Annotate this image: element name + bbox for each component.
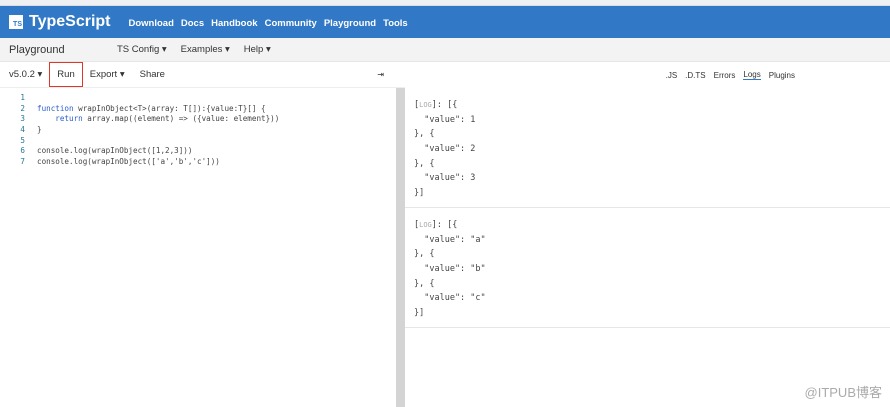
collapse-icon[interactable]: ⇥ [377, 70, 384, 79]
log-list: [LOG]: [{ "value": 1}, { "value": 2}, { … [405, 88, 890, 328]
code-line: 3 return array.map((element) => ({value:… [0, 114, 396, 125]
nav-tools[interactable]: Tools [383, 18, 408, 29]
line-number: 7 [20, 157, 25, 167]
log-tag: LOG [419, 220, 432, 229]
tab-errors[interactable]: Errors [714, 71, 736, 80]
help-menu[interactable]: Help ▾ [244, 44, 271, 55]
code-text: array.map((element) => ({value: element}… [82, 114, 280, 124]
ts-config-menu[interactable]: TS Config ▾ [117, 44, 167, 55]
examples-menu[interactable]: Examples ▾ [181, 44, 230, 55]
code-line: 1 [0, 93, 396, 104]
log-line: "value": "b" [414, 263, 486, 274]
keyword: return [37, 114, 83, 124]
line-number: 3 [20, 114, 25, 124]
log-line: }] [414, 307, 425, 318]
main-nav: Download Docs Handbook Community Playground T… [129, 13, 415, 31]
log-line: [LOG]: [{ [414, 219, 458, 230]
editor-toolbar: v5.0.2 ▾ Run Export ▾ Share ⇥ [0, 62, 405, 88]
log-tag: LOG [419, 101, 432, 109]
line-number: 1 [20, 93, 25, 102]
code-text: console.log(wrapInObject(['a','b','c'])) [37, 157, 220, 167]
nav-download[interactable]: Download [129, 18, 174, 29]
playground-bar: Playground TS Config ▾ Examples ▾ Help ▾ [0, 38, 890, 62]
log-line: "value": "c" [414, 293, 486, 304]
code-line: 7 console.log(wrapInObject(['a','b','c'])… [0, 157, 396, 168]
code-text: console.log(wrapInObject([1,2,3])) [37, 146, 193, 156]
site-header: TS TypeScript Download Docs Handbook Communi… [0, 6, 890, 38]
log-text: ]: [{ [431, 219, 458, 230]
keyword: function [37, 103, 74, 113]
log-entry: [LOG]: [{ "value": 1}, { "value": 2}, { … [405, 88, 890, 208]
line-number: 5 [20, 135, 25, 145]
log-line: }, { [414, 278, 435, 289]
logo-text: TypeScript [29, 13, 111, 30]
tab-dts[interactable]: .D.TS [685, 71, 705, 80]
nav-docs[interactable]: Docs [181, 18, 204, 29]
watermark: @ITPUB博客 [804, 385, 882, 400]
output-panel: .JS .D.TS Errors Logs Plugins [LOG]: [{ … [405, 62, 890, 407]
log-line: "value": 2 [414, 144, 476, 155]
log-line: [LOG]: [{ [414, 100, 458, 110]
editor-scrollbar[interactable] [396, 88, 405, 407]
log-line: "value": 1 [414, 114, 476, 125]
share-button[interactable]: Share [140, 69, 165, 80]
tab-plugins[interactable]: Plugins [769, 71, 795, 80]
run-button[interactable]: Run [49, 62, 83, 87]
log-line: "value": 3 [414, 173, 476, 184]
code-line: 5 [0, 136, 396, 147]
log-line: }] [414, 188, 425, 199]
nav-handbook[interactable]: Handbook [211, 18, 257, 29]
nav-community[interactable]: Community [265, 18, 317, 29]
code-line: 6 console.log(wrapInObject([1,2,3])) [0, 146, 396, 157]
log-line: }, { [414, 249, 435, 260]
log-line: }, { [414, 158, 435, 169]
log-line: "value": "a" [414, 234, 486, 245]
code-editor[interactable]: 1 2 function wrapInObject<T>(array: T[]):{… [0, 88, 396, 407]
ts-badge-icon: TS [9, 15, 23, 29]
version-select[interactable]: v5.0.2 ▾ [9, 69, 42, 80]
line-number: 4 [20, 125, 25, 135]
tab-logs[interactable]: Logs [743, 70, 761, 80]
code-text: } [37, 125, 42, 135]
code-line: 4} [0, 125, 396, 136]
code-text: wrapInObject<T>(array: T[]):{value:T}[] … [73, 103, 266, 113]
typescript-logo[interactable]: TS TypeScript [9, 13, 111, 31]
page-title: Playground [9, 43, 65, 56]
code-line: 2 function wrapInObject<T>(array: T[]):{v… [0, 104, 396, 115]
tab-js[interactable]: .JS [666, 71, 678, 80]
export-menu[interactable]: Export ▾ [90, 69, 125, 80]
line-number: 2 [20, 103, 25, 113]
log-entry: [LOG]: [{ "value": "a" }, { "value": "b"}… [405, 208, 890, 328]
line-number: 6 [20, 146, 25, 156]
log-line: }, { [414, 129, 435, 140]
nav-playground[interactable]: Playground [324, 18, 376, 29]
output-tabs: .JS .D.TS Errors Logs Plugins [405, 62, 890, 88]
log-text: ]: [{ [431, 100, 458, 110]
